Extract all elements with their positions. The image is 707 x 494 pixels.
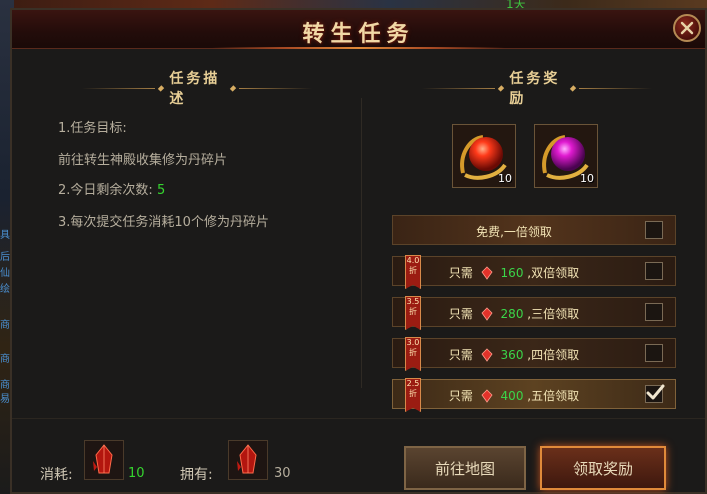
red-crystal-icon [237, 444, 257, 474]
background-side-char: 具 [0, 230, 10, 241]
option-checkbox[interactable] [645, 303, 663, 321]
multiplier-text: ,三倍领取 [527, 307, 580, 321]
multiplier-text: ,五倍领取 [527, 389, 580, 403]
option-label: 只需 400 ,五倍领取 [393, 387, 635, 404]
section-divider [361, 98, 362, 388]
red-gem-icon [481, 307, 493, 321]
window-title: 转生任务 [302, 21, 415, 47]
cost-text: 3.每次提交任务消耗10个修为丹碎片 [58, 215, 269, 230]
header-ornament [238, 87, 312, 89]
objective-text: 前往转生神殿收集修为丹碎片 [58, 153, 228, 168]
need-text: 只需 [448, 348, 473, 362]
consume-label: 消耗: [40, 467, 73, 483]
task-reward-title: 任务奖励 [509, 71, 561, 107]
remaining-value: 5 [156, 183, 166, 198]
reward-item-red-orb[interactable]: 10 [452, 124, 516, 188]
consume-value: 10 [128, 466, 145, 481]
background-side-char: 绘 [0, 284, 10, 295]
reward-count: 10 [580, 172, 594, 185]
multiplier-text: ,双倍领取 [527, 266, 580, 280]
cost-amount: 360 [500, 348, 524, 362]
cost-amount: 280 [500, 307, 524, 321]
option-checkbox[interactable] [645, 344, 663, 362]
own-value: 30 [274, 466, 291, 481]
close-x-icon [680, 21, 694, 35]
header-diamond [569, 84, 576, 92]
header-diamond [158, 84, 165, 92]
rebirth-task-window: 转生任务 任务描述 1.任务目标: 前往转生神殿收集修为丹碎片 2.今日剩余次数… [10, 8, 707, 494]
task-description-header: 任务描述 [82, 71, 312, 107]
option-label: 只需 160 ,双倍领取 [393, 264, 635, 281]
background-side-char: 商 [0, 320, 10, 331]
claim-reward-button[interactable]: 领取奖励 [540, 446, 666, 490]
option-label: 免费,一倍领取 [393, 223, 635, 240]
close-button[interactable] [673, 14, 701, 42]
reward-count: 10 [498, 172, 512, 185]
option-row-free[interactable]: 免费,一倍领取 [392, 215, 676, 245]
multiplier-text: ,四倍领取 [527, 348, 580, 362]
task-reward-header: 任务奖励 [422, 71, 652, 107]
header-ornament [422, 87, 496, 89]
background-side-char: 易 [0, 394, 10, 405]
remaining-count: 2.今日剩余次数: 5 [58, 179, 165, 198]
background-side-char: 商 [0, 380, 10, 391]
red-gem-icon [481, 348, 493, 362]
cost-amount: 160 [500, 266, 524, 280]
red-crystal-icon [93, 444, 113, 474]
go-to-map-button[interactable]: 前往地图 [404, 446, 526, 490]
option-label: 只需 360 ,四倍领取 [393, 346, 635, 363]
remaining-label: 2.今日剩余次数: [58, 183, 153, 198]
option-row-double[interactable]: 4.0 折 只需 160 ,双倍领取 [392, 255, 676, 289]
red-gem-icon [481, 389, 493, 403]
option-checkbox[interactable] [645, 221, 663, 239]
need-text: 只需 [448, 389, 473, 403]
task-description-title: 任务描述 [169, 71, 221, 107]
option-row-triple[interactable]: 3.5 折 只需 280 ,三倍领取 [392, 296, 676, 330]
need-text: 只需 [448, 307, 473, 321]
background-side-char: 后 [0, 252, 10, 263]
background-side-char: 仙 [0, 268, 10, 279]
option-row-quintuple[interactable]: 2.5 折 只需 400 ,五倍领取 [392, 378, 676, 412]
cost-amount: 400 [500, 389, 524, 403]
header-diamond [229, 84, 236, 92]
consume-crystal [84, 440, 124, 480]
own-label: 拥有: [180, 467, 213, 483]
objective-label: 1.任务目标: [58, 121, 127, 136]
header-ornament [578, 87, 652, 89]
free-claim-text: 免费,一倍领取 [476, 225, 552, 239]
own-crystal [228, 440, 268, 480]
option-checkbox[interactable] [645, 262, 663, 280]
red-gem-icon [481, 266, 493, 280]
title-bar: 转生任务 [12, 10, 705, 49]
checkmark-icon [646, 384, 665, 400]
footer-divider [12, 418, 705, 419]
reward-item-purple-orb[interactable]: 10 [534, 124, 598, 188]
option-label: 只需 280 ,三倍领取 [393, 305, 635, 322]
option-row-quadruple[interactable]: 3.0 折 只需 360 ,四倍领取 [392, 337, 676, 371]
need-text: 只需 [448, 266, 473, 280]
background-side-char: 商 [0, 354, 10, 365]
header-diamond [498, 84, 505, 92]
header-ornament [82, 87, 156, 89]
option-checkbox[interactable] [645, 384, 665, 403]
